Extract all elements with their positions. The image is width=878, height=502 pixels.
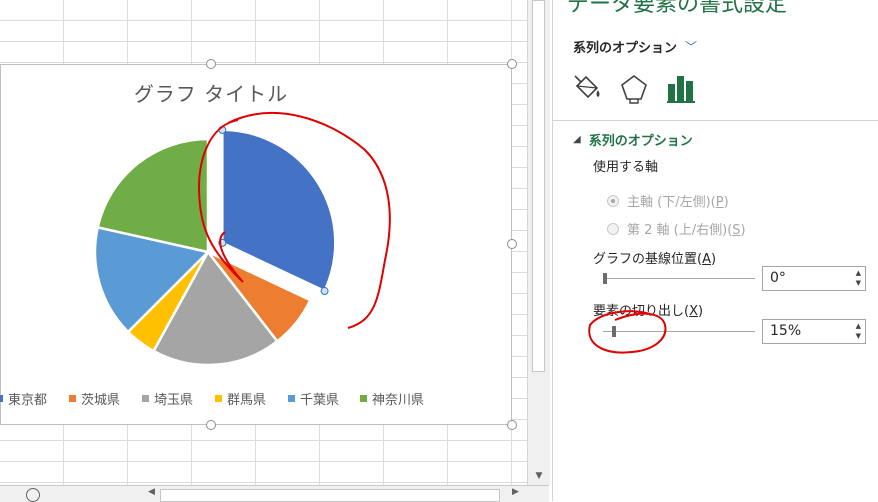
- spin-up-icon[interactable]: ▲: [856, 322, 861, 330]
- resize-handle-bottom-right[interactable]: [507, 420, 517, 430]
- scroll-left-icon[interactable]: ◀: [148, 487, 155, 497]
- scroll-right-icon[interactable]: ▶: [512, 487, 519, 497]
- explosion-value[interactable]: 15%: [770, 323, 801, 339]
- legend-swatch: [69, 395, 76, 402]
- angle-label: グラフの基線位置(A): [593, 252, 717, 267]
- explosion-slider-thumb[interactable]: [611, 326, 616, 337]
- fill-line-icon[interactable]: [571, 72, 603, 104]
- radio-primary-axis[interactable]: 主軸 (下/左側)(P): [607, 191, 729, 210]
- dropdown-label: 系列のオプション: [573, 41, 678, 56]
- resize-handle-top-right[interactable]: [507, 59, 517, 69]
- resize-handle-right[interactable]: [507, 239, 517, 249]
- vertical-scrollbar[interactable]: ▼: [527, 0, 550, 485]
- chevron-down-icon: ﹀: [685, 40, 698, 54]
- slice-selection-handle[interactable]: [218, 238, 227, 247]
- radio-secondary-axis[interactable]: 第 2 軸 (上/右側)(S): [607, 219, 746, 238]
- spin-up-icon[interactable]: ▲: [856, 269, 861, 277]
- legend-swatch: [142, 395, 149, 402]
- angle-value[interactable]: 0°: [770, 270, 786, 286]
- angle-slider-thumb[interactable]: [603, 273, 607, 284]
- vertical-scroll-thumb[interactable]: [532, 0, 545, 372]
- add-sheet-icon[interactable]: [26, 488, 40, 502]
- legend-item[interactable]: 茨城県: [69, 389, 120, 408]
- resize-handle-bottom[interactable]: [206, 420, 216, 430]
- legend-label: 神奈川県: [372, 393, 425, 408]
- section-title: 系列のオプション: [588, 134, 693, 149]
- resize-handle-top[interactable]: [206, 59, 216, 69]
- legend-swatch: [360, 395, 367, 402]
- series-options-dropdown[interactable]: 系列のオプション ﹀: [573, 37, 697, 56]
- axis-label: 使用する軸: [593, 160, 659, 175]
- explosion-label: 要素の切り出し(X): [593, 304, 704, 319]
- legend-item[interactable]: 神奈川県: [360, 389, 424, 408]
- legend-item[interactable]: 東京都: [0, 389, 47, 408]
- angle-slider-track[interactable]: [603, 278, 755, 279]
- series-options-bar-icon[interactable]: [665, 72, 697, 104]
- explosion-slider-track[interactable]: [603, 331, 755, 332]
- legend-label: 東京都: [8, 393, 48, 408]
- spin-down-icon[interactable]: ▼: [856, 332, 861, 340]
- effects-pentagon-icon[interactable]: [618, 72, 650, 104]
- legend-swatch: [0, 395, 3, 402]
- slice-selection-handle[interactable]: [218, 125, 227, 134]
- legend-label: 群馬県: [227, 393, 267, 408]
- pie-chart[interactable]: [0, 0, 527, 485]
- radio-primary-label: 主軸 (下/左側)(P): [627, 195, 729, 210]
- legend-label: 埼玉県: [154, 393, 194, 408]
- legend-swatch: [215, 395, 222, 402]
- explosion-spinbox[interactable]: 15% ▲ ▼: [762, 319, 866, 344]
- radio-secondary-label: 第 2 軸 (上/右側)(S): [627, 223, 746, 238]
- collapse-triangle-icon: ◢: [573, 134, 581, 145]
- pane-title: データ要素の書式設定: [567, 0, 788, 17]
- format-pane: データ要素の書式設定 系列のオプション ﹀ ◢ 系列のオプション 使用する軸 主…: [552, 0, 878, 501]
- legend-item[interactable]: 千葉県: [288, 389, 339, 408]
- radio-button[interactable]: [607, 222, 619, 235]
- tab-divider: [553, 120, 878, 121]
- legend-swatch: [288, 395, 295, 402]
- scroll-down-icon[interactable]: ▼: [531, 469, 547, 483]
- legend-item[interactable]: 埼玉県: [142, 389, 193, 408]
- legend-label: 茨城県: [81, 393, 121, 408]
- angle-spinbox[interactable]: 0° ▲ ▼: [762, 266, 866, 291]
- radio-button[interactable]: [607, 194, 619, 207]
- spin-down-icon[interactable]: ▼: [856, 279, 861, 287]
- legend-label: 千葉県: [300, 393, 340, 408]
- section-series-options[interactable]: ◢ 系列のオプション: [573, 130, 693, 149]
- sheet-tab-bar: ◀ ▶: [0, 485, 549, 502]
- slice-selection-handle[interactable]: [320, 287, 329, 296]
- horizontal-scroll-thumb[interactable]: [160, 489, 500, 502]
- legend-item[interactable]: 群馬県: [215, 389, 266, 408]
